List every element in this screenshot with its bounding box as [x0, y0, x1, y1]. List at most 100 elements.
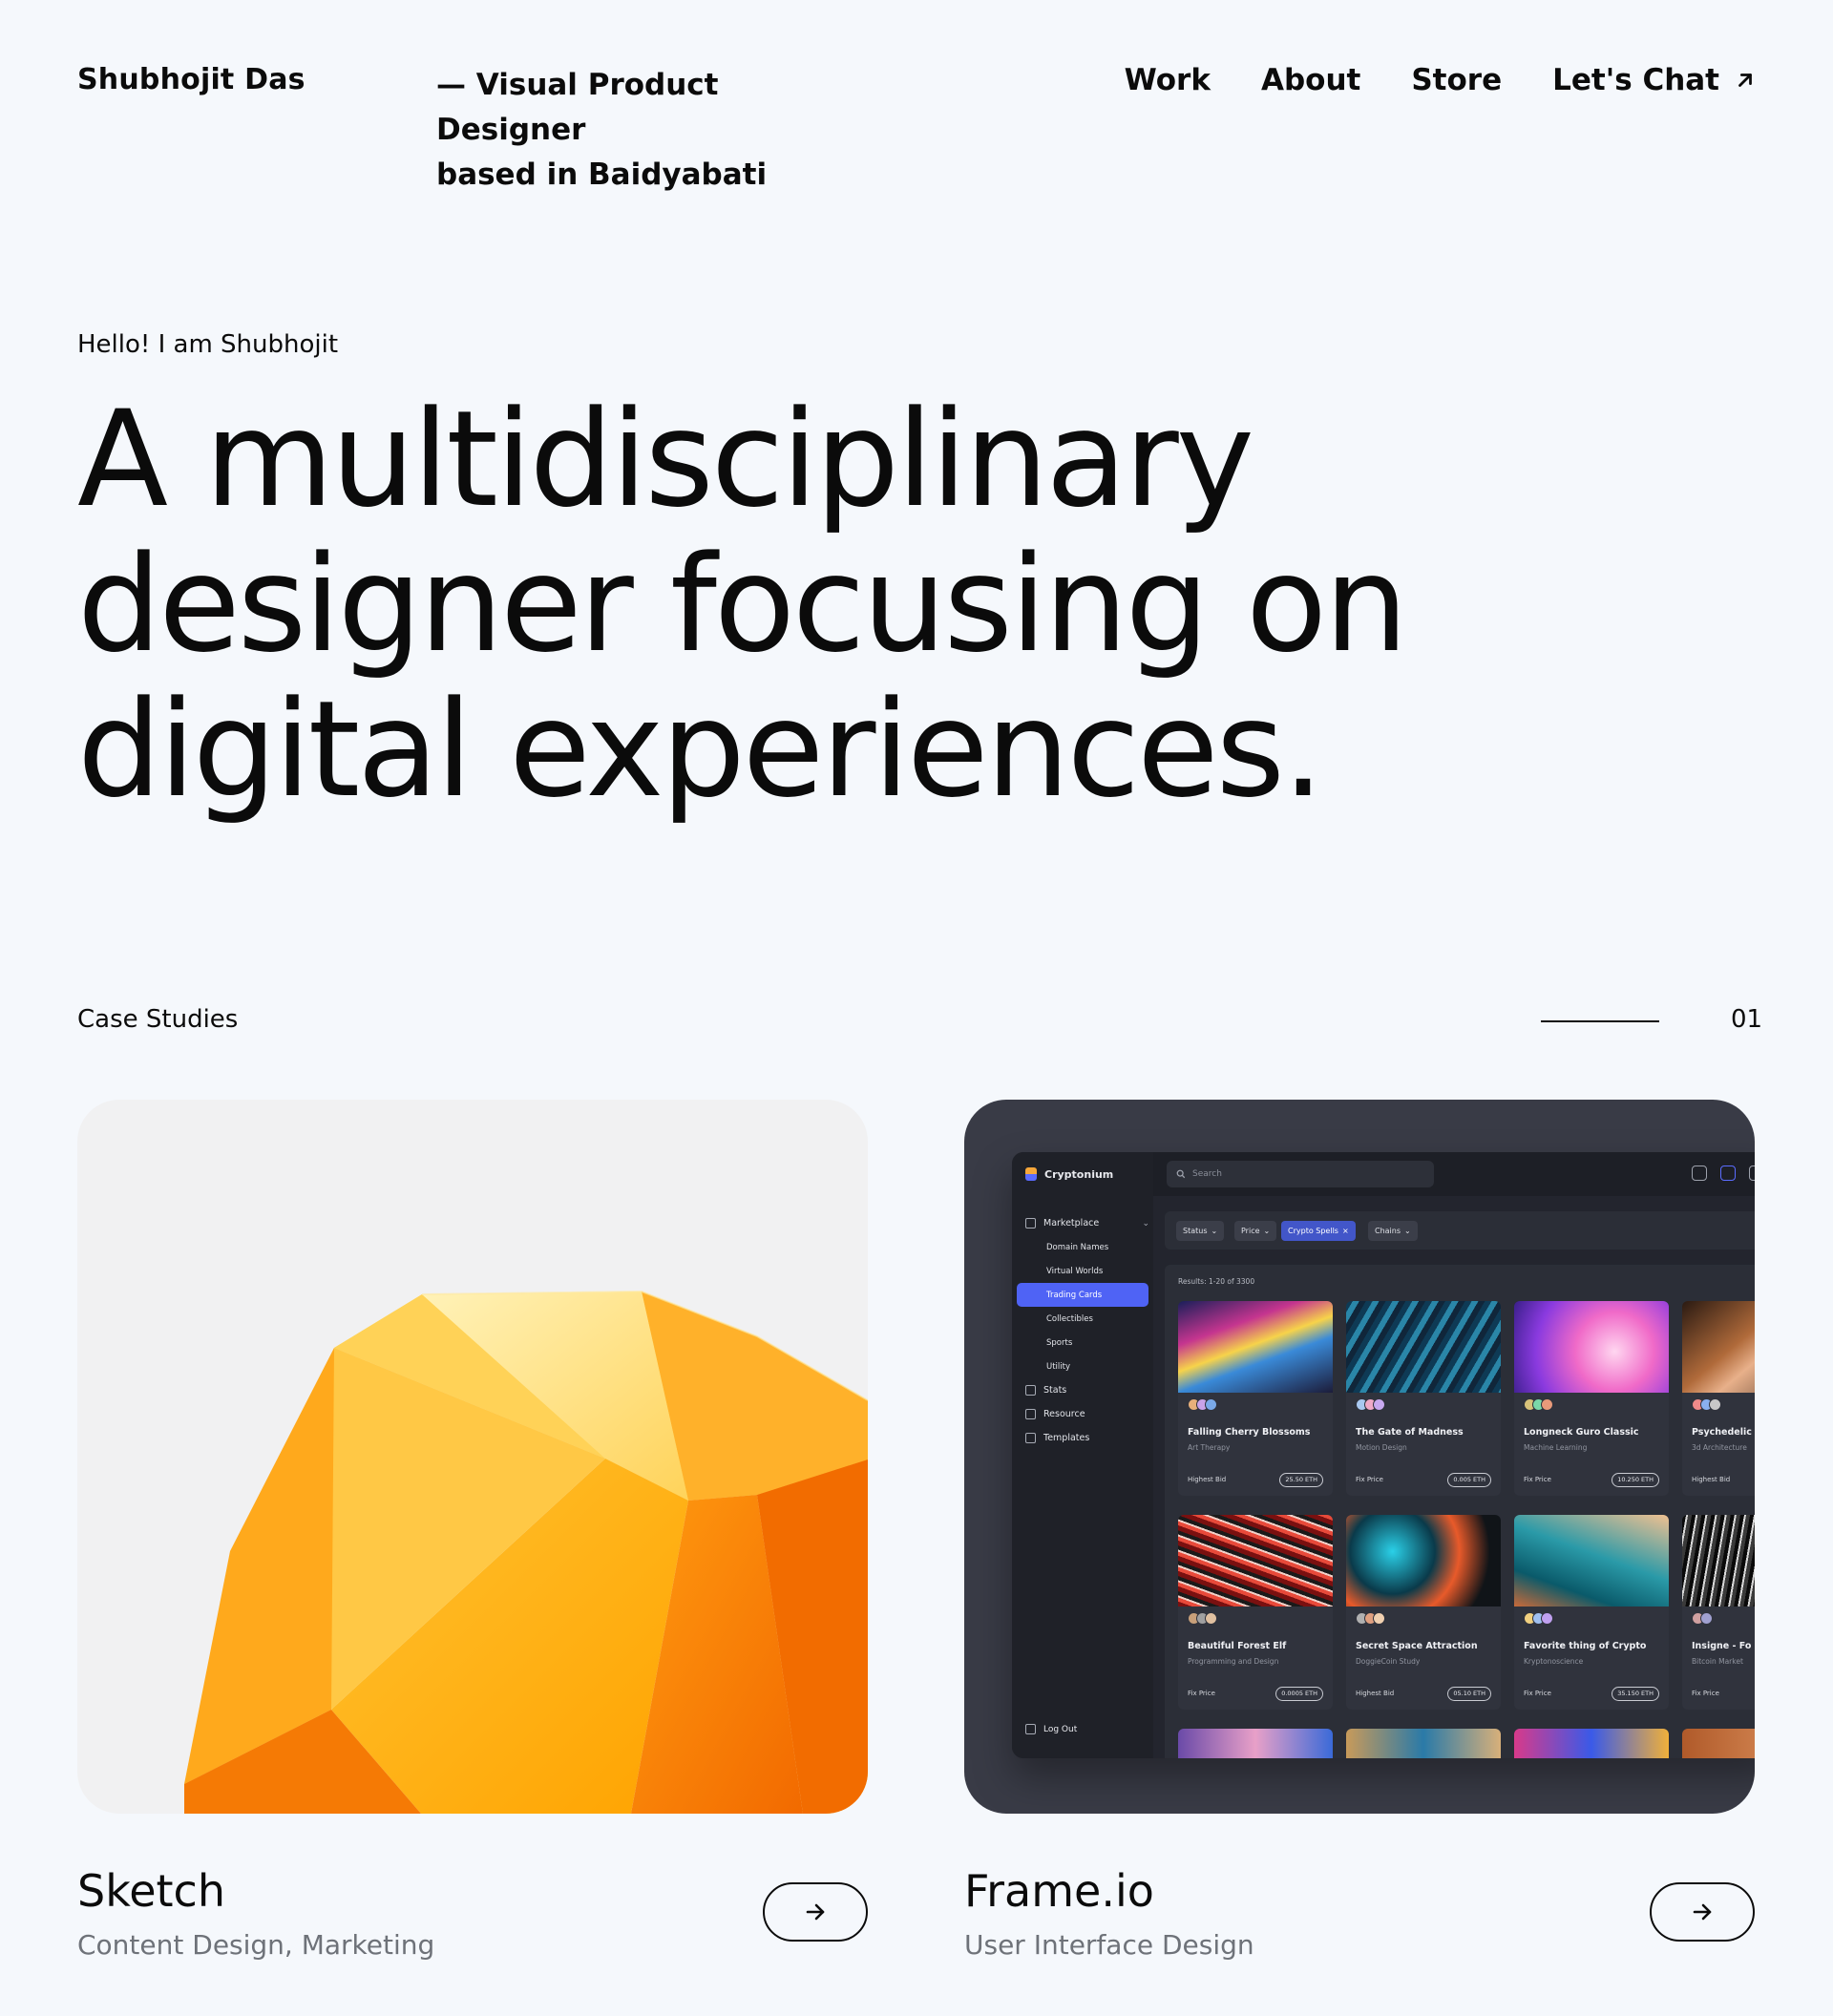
- nft-artwork: [1346, 1301, 1501, 1393]
- section-title: Case Studies: [77, 1005, 239, 1034]
- nft-artwork: [1178, 1515, 1333, 1606]
- nft-price: 10.250 ETH: [1612, 1473, 1659, 1487]
- hero-line-3: digital experiences.: [77, 672, 1324, 827]
- nft-name: Insigne - Fo: [1692, 1641, 1752, 1651]
- filter-chip-price: Price ⌄: [1234, 1221, 1277, 1241]
- nft-category: DoggieCoin Study: [1356, 1657, 1421, 1666]
- dashboard-results: Results: 1-20 of 3300 Falling Cherry Blo…: [1165, 1265, 1755, 1758]
- wallet-icon: [1749, 1166, 1755, 1181]
- dashboard-search-placeholder: Search: [1192, 1169, 1222, 1179]
- nft-card: Secret Space Attraction DoggieCoin Study…: [1346, 1515, 1501, 1710]
- menu-item-sports: Sports: [1046, 1337, 1073, 1348]
- nft-avatars: [1356, 1398, 1385, 1411]
- menu-item-trading-cards: Trading Cards: [1017, 1283, 1148, 1307]
- hero-line-1: A multidisciplinary: [77, 382, 1254, 536]
- search-icon: [1176, 1169, 1186, 1179]
- cryptonium-logo-icon: [1025, 1167, 1037, 1181]
- nft-price: 25.50 ETH: [1279, 1473, 1323, 1487]
- nft-price: 05.10 ETH: [1447, 1687, 1491, 1701]
- nft-artwork: [1178, 1729, 1333, 1758]
- nav-work[interactable]: Work: [1125, 63, 1211, 97]
- menu-label: Resource: [1043, 1409, 1085, 1419]
- case-study-title-frameio[interactable]: Frame.io: [964, 1865, 1154, 1917]
- nft-card: Longneck Guro Classic Machine Learning F…: [1514, 1301, 1669, 1496]
- menu-label: Stats: [1043, 1385, 1067, 1396]
- dashboard-logout: Log Out: [1025, 1724, 1077, 1734]
- nft-price: 0.005 ETH: [1447, 1473, 1491, 1487]
- tagline: — Visual Product Designer based in Baidy…: [436, 63, 875, 198]
- case-study-subtitle-sketch: Content Design, Marketing: [77, 1929, 435, 1961]
- chip-label: Status: [1183, 1227, 1208, 1235]
- nft-avatars: [1692, 1612, 1713, 1625]
- nft-card: Falling Cherry Blossoms Art Therapy High…: [1178, 1301, 1333, 1496]
- nav-store[interactable]: Store: [1411, 63, 1502, 97]
- nft-name: Longneck Guro Classic: [1524, 1427, 1639, 1438]
- hero-line-2: designer focusing on: [77, 527, 1408, 682]
- nft-price-label: Highest Bid: [1692, 1476, 1731, 1483]
- chip-label: Price: [1241, 1227, 1260, 1235]
- nft-artwork: [1514, 1729, 1669, 1758]
- menu-item-stats: Stats: [1025, 1378, 1149, 1402]
- menu-item-collectibles: Collectibles: [1046, 1313, 1093, 1324]
- arrow-right-icon: [1693, 1903, 1712, 1921]
- nft-artwork: [1682, 1301, 1755, 1393]
- nft-price-label: Fix Price: [1524, 1690, 1551, 1697]
- nav-about[interactable]: About: [1261, 63, 1360, 97]
- menu-item-utility: Utility: [1046, 1361, 1071, 1372]
- nft-avatars: [1188, 1612, 1217, 1625]
- case-study-image-frameio[interactable]: Cryptonium Search Marketplace ⌄ Domain N…: [964, 1100, 1755, 1814]
- nft-avatars: [1188, 1398, 1217, 1411]
- nav-lets-chat[interactable]: Let's Chat: [1552, 63, 1756, 97]
- brand-name[interactable]: Shubhojit Das: [77, 63, 306, 96]
- nft-avatars: [1524, 1612, 1553, 1625]
- nft-name: Secret Space Attraction: [1356, 1641, 1478, 1651]
- nft-name: The Gate of Madness: [1356, 1427, 1464, 1438]
- hero-greeting: Hello! I am Shubhojit: [77, 330, 339, 359]
- nft-card: [1346, 1729, 1501, 1758]
- nft-card: Psychedelic 3d Architecture Highest Bid: [1682, 1301, 1755, 1496]
- nft-card: Insigne - Fo Bitcoin Market Fix Price: [1682, 1515, 1755, 1710]
- nft-artwork: [1514, 1301, 1669, 1393]
- nft-category: Kryptonoscience: [1524, 1657, 1584, 1666]
- sketch-diamond-logo: [184, 1290, 868, 1814]
- site-header: Shubhojit Das — Visual Product Designer …: [77, 59, 1756, 192]
- nft-price-label: Fix Price: [1692, 1690, 1719, 1697]
- nft-category: Motion Design: [1356, 1443, 1407, 1452]
- hero-headline: A multidisciplinary designer focusing on…: [77, 387, 1700, 822]
- dashboard-app-name: Cryptonium: [1044, 1167, 1114, 1181]
- nft-artwork: [1346, 1729, 1501, 1758]
- nft-price: 0.0005 ETH: [1275, 1687, 1323, 1701]
- dashboard-search-input: Search: [1167, 1161, 1434, 1187]
- nft-price-label: Fix Price: [1524, 1476, 1551, 1483]
- nft-card: Beautiful Forest Elf Programming and Des…: [1178, 1515, 1333, 1710]
- chip-label: Chains: [1375, 1227, 1401, 1235]
- chevron-down-icon: ⌄: [1211, 1227, 1218, 1235]
- arrow-right-icon: [806, 1903, 825, 1921]
- nft-category: 3d Architecture: [1692, 1443, 1747, 1452]
- nft-avatars: [1356, 1612, 1385, 1625]
- nft-avatars: [1692, 1398, 1721, 1411]
- case-study-image-sketch[interactable]: [77, 1100, 868, 1814]
- open-case-study-frameio-button[interactable]: [1650, 1882, 1755, 1942]
- nft-category: Bitcoin Market: [1692, 1657, 1743, 1666]
- section-index: 01: [1731, 1005, 1763, 1034]
- nft-price-label: Fix Price: [1188, 1690, 1215, 1697]
- menu-item-marketplace: Marketplace ⌄: [1025, 1211, 1149, 1235]
- grid-icon: [1025, 1218, 1036, 1228]
- nft-name: Falling Cherry Blossoms: [1188, 1427, 1311, 1438]
- chip-label: Crypto Spells: [1288, 1227, 1338, 1235]
- chart-icon: [1025, 1385, 1036, 1396]
- dashboard-mockup: Cryptonium Search Marketplace ⌄ Domain N…: [1012, 1152, 1755, 1758]
- open-case-study-sketch-button[interactable]: [763, 1882, 868, 1942]
- close-icon: ×: [1341, 1227, 1349, 1235]
- dashboard-logo: Cryptonium: [1025, 1167, 1113, 1181]
- nft-card: [1514, 1729, 1669, 1758]
- menu-item-domain-names: Domain Names: [1046, 1242, 1109, 1252]
- nft-name: Favorite thing of Crypto: [1524, 1641, 1647, 1651]
- bell-icon: [1720, 1166, 1736, 1181]
- menu-label: Marketplace: [1043, 1218, 1100, 1228]
- case-study-title-sketch[interactable]: Sketch: [77, 1865, 225, 1917]
- chevron-down-icon: ⌄: [1404, 1227, 1411, 1235]
- nft-category: Programming and Design: [1188, 1657, 1279, 1666]
- nft-card: Favorite thing of Crypto Kryptonoscience…: [1514, 1515, 1669, 1710]
